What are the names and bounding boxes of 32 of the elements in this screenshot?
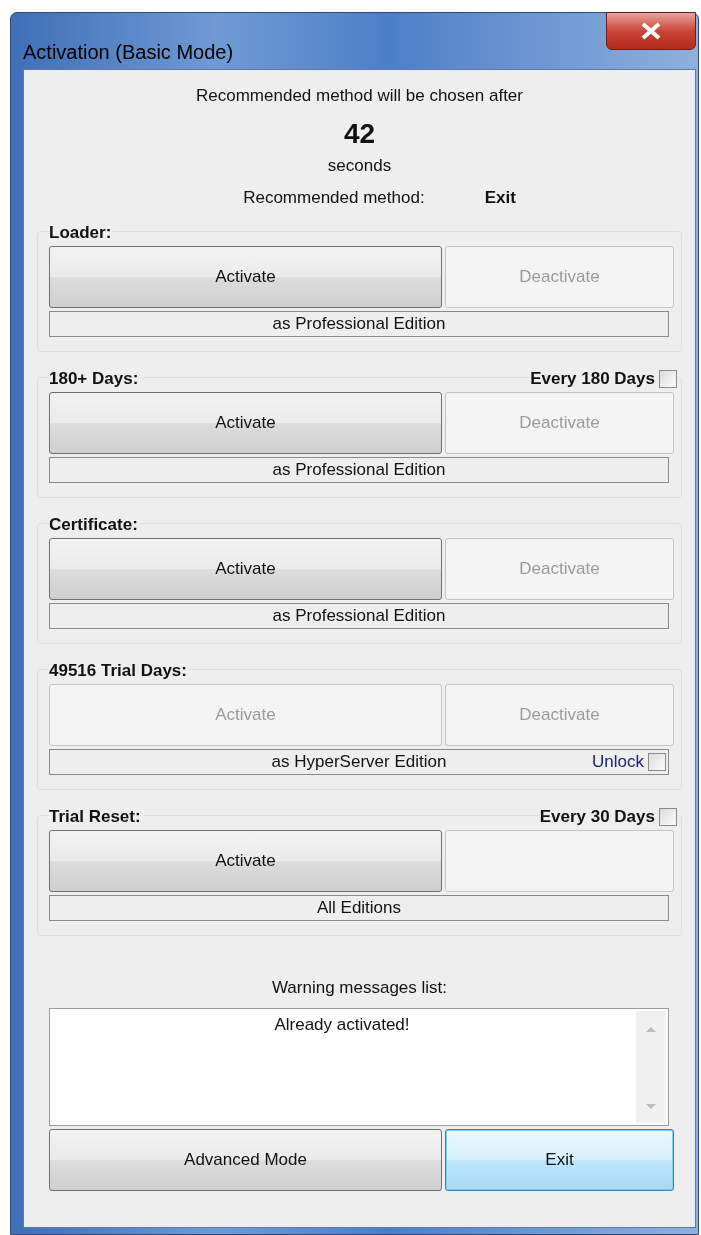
activate-button[interactable]: Activate <box>49 830 442 892</box>
advanced-mode-button[interactable]: Advanced Mode <box>49 1129 442 1191</box>
scrollbar[interactable] <box>636 1011 666 1123</box>
activate-button[interactable]: Activate <box>49 246 442 308</box>
exit-button[interactable]: Exit <box>445 1129 674 1191</box>
group-title: 49516 Trial Days: <box>49 661 189 681</box>
group-title: 180+ Days: <box>49 369 141 389</box>
warning-list-label: Warning messages list: <box>270 978 449 999</box>
checkbox[interactable] <box>648 753 666 771</box>
close-button[interactable] <box>606 12 696 50</box>
option-label: Unlock <box>592 752 644 772</box>
window-title: Activation (Basic Mode) <box>23 41 234 64</box>
checkbox[interactable] <box>659 808 677 826</box>
edition-label: as Professional Edition <box>272 460 446 480</box>
option-label: Every 30 Days <box>539 807 655 827</box>
countdown-value: 42 <box>342 117 377 151</box>
recommended-label: Recommended method: <box>243 187 425 206</box>
checkbox[interactable] <box>659 370 677 388</box>
countdown-caption: Recommended method will be chosen after <box>195 86 524 107</box>
activate-button[interactable]: Activate <box>49 538 442 600</box>
edition-label: as HyperServer Edition <box>271 752 447 772</box>
edition-label: as Professional Edition <box>272 606 446 626</box>
scroll-up-icon[interactable] <box>645 1025 657 1033</box>
warning-message: Already activated! <box>274 1015 410 1035</box>
edition-label: as Professional Edition <box>272 314 446 334</box>
recommended-value: Exit <box>484 187 516 206</box>
close-icon <box>640 22 662 40</box>
activate-button[interactable]: Activate <box>49 392 442 454</box>
option-label: Every 180 Days <box>530 369 655 389</box>
countdown-unit: seconds <box>326 155 393 177</box>
scroll-down-icon[interactable] <box>645 1103 657 1111</box>
edition-label: All Editions <box>316 898 402 918</box>
